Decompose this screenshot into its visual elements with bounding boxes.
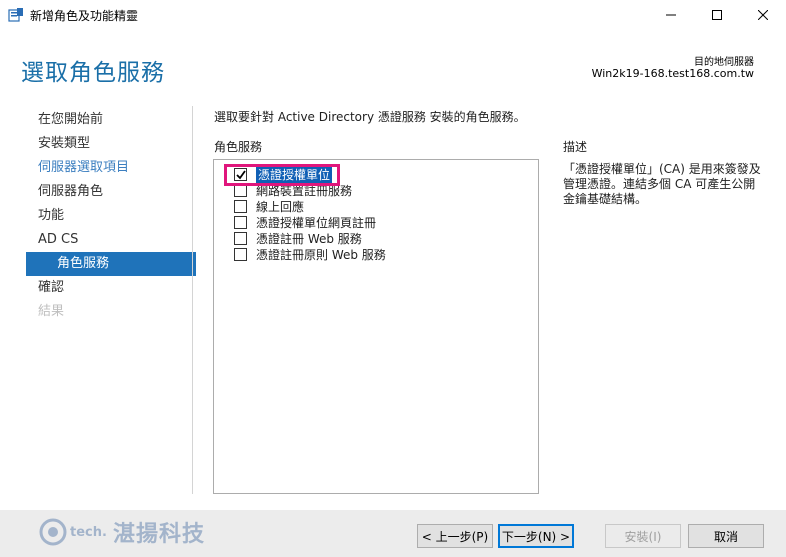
- role-item-online-responder[interactable]: 線上回應: [234, 198, 386, 214]
- role-checkbox[interactable]: [234, 199, 247, 213]
- role-checkbox[interactable]: [234, 247, 247, 261]
- maximize-button[interactable]: [694, 0, 740, 30]
- role-label: 憑證註冊 Web 服務: [256, 231, 362, 246]
- window-title: 新增角色及功能精靈: [30, 9, 139, 23]
- nav-item-server-selection[interactable]: 伺服器選取項目: [26, 156, 196, 180]
- role-checkbox[interactable]: [234, 231, 247, 245]
- server-manager-icon: [8, 7, 24, 23]
- install-button: 安裝(I): [605, 524, 681, 548]
- close-button[interactable]: [740, 0, 786, 30]
- maximize-icon: [712, 10, 722, 20]
- nav-item-before-you-begin[interactable]: 在您開始前: [26, 108, 196, 132]
- nav-item-installation-type[interactable]: 安裝類型: [26, 132, 196, 156]
- watermark: tech. 湛揚科技: [38, 516, 205, 548]
- next-button[interactable]: 下一步(N) >: [498, 524, 574, 548]
- title-bar: 新增角色及功能精靈: [0, 0, 786, 30]
- role-label: 線上回應: [256, 199, 305, 214]
- nav-item-ad-cs[interactable]: AD CS: [26, 228, 196, 252]
- destination-server-name: Win2k19-168.test168.com.tw: [591, 67, 754, 80]
- minimize-icon: [666, 14, 676, 16]
- watermark-logo-icon: [39, 518, 67, 546]
- role-label: 憑證註冊原則 Web 服務: [256, 247, 386, 262]
- watermark-text: 湛揚科技: [112, 522, 205, 547]
- nav-item-role-services[interactable]: 角色服務: [26, 252, 196, 276]
- minimize-button[interactable]: [648, 0, 694, 30]
- description-text: 「憑證授權單位」(CA) 是用來簽發及管理憑證。連結多個 CA 可產生公開金鑰基…: [563, 162, 761, 206]
- destination-server-label: 目的地伺服器: [694, 57, 754, 68]
- role-services-label: 角色服務: [214, 140, 263, 154]
- role-item-cert-enrollment-policy-web-service[interactable]: 憑證註冊原則 Web 服務: [234, 246, 386, 262]
- nav-item-server-roles[interactable]: 伺服器角色: [26, 180, 196, 204]
- wizard-nav: 在您開始前 安裝類型 伺服器選取項目 伺服器角色 功能 AD CS 角色服務 確…: [26, 108, 196, 324]
- instruction-text: 選取要針對 Active Directory 憑證服務 安裝的角色服務。: [214, 110, 526, 124]
- cancel-button[interactable]: 取消: [688, 524, 764, 548]
- role-checkbox[interactable]: [234, 215, 247, 229]
- role-item-cert-enrollment-web-service[interactable]: 憑證註冊 Web 服務: [234, 230, 386, 246]
- highlight-annotation-frame: [224, 164, 340, 186]
- role-label: 憑證授權單位網頁註冊: [256, 215, 377, 230]
- description-label: 描述: [563, 140, 588, 154]
- previous-button[interactable]: < 上一步(P): [417, 524, 493, 548]
- close-icon: [758, 10, 768, 20]
- page-title: 選取角色服務: [21, 60, 165, 86]
- nav-item-results: 結果: [38, 304, 65, 319]
- watermark-sub-text: tech.: [70, 524, 107, 540]
- wizard-header: 選取角色服務 目的地伺服器 Win2k19-168.test168.com.tw: [0, 30, 786, 96]
- nav-divider: [192, 106, 193, 494]
- role-item-ca-web-enrollment[interactable]: 憑證授權單位網頁註冊: [234, 214, 386, 230]
- nav-item-features[interactable]: 功能: [26, 204, 196, 228]
- nav-item-confirmation[interactable]: 確認: [26, 276, 196, 300]
